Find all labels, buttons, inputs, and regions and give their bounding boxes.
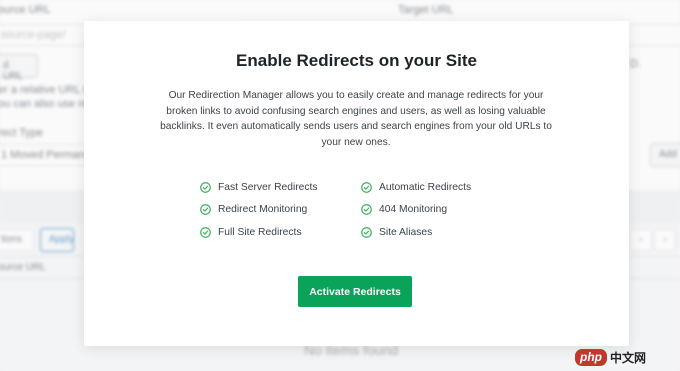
feature-label: Fast Server Redirects xyxy=(218,181,318,193)
watermark-text: 中文网 xyxy=(610,351,647,365)
check-circle-icon xyxy=(361,204,372,216)
feature-label: Redirect Monitoring xyxy=(218,204,308,216)
feature-label: 404 Monitoring xyxy=(379,204,448,216)
check-circle-icon xyxy=(200,181,211,193)
watermark: php 中文网 xyxy=(575,349,646,366)
feature-label: Automatic Redirects xyxy=(379,181,472,193)
feature-item: 404 Monitoring xyxy=(361,204,520,217)
feature-list: Fast Server Redirects Automatic Redirect… xyxy=(200,181,520,239)
activate-redirects-button[interactable]: Activate Redirects xyxy=(298,276,412,307)
feature-item: Full Site Redirects xyxy=(200,226,361,239)
check-circle-icon xyxy=(200,226,211,238)
check-circle-icon xyxy=(361,181,372,193)
enable-redirects-modal: Enable Redirects on your Site Our Redire… xyxy=(84,21,629,346)
feature-item: Fast Server Redirects xyxy=(200,181,361,194)
feature-item: Automatic Redirects xyxy=(361,181,520,194)
feature-label: Site Aliases xyxy=(379,226,433,238)
feature-item: Site Aliases xyxy=(361,226,520,239)
check-circle-icon xyxy=(361,226,372,238)
check-circle-icon xyxy=(200,204,211,216)
modal-title: Enable Redirects on your Site xyxy=(236,51,477,70)
feature-label: Full Site Redirects xyxy=(218,226,302,238)
watermark-logo: php xyxy=(575,349,607,366)
feature-item: Redirect Monitoring xyxy=(200,204,361,217)
modal-description: Our Redirection Manager allows you to ea… xyxy=(160,90,552,148)
